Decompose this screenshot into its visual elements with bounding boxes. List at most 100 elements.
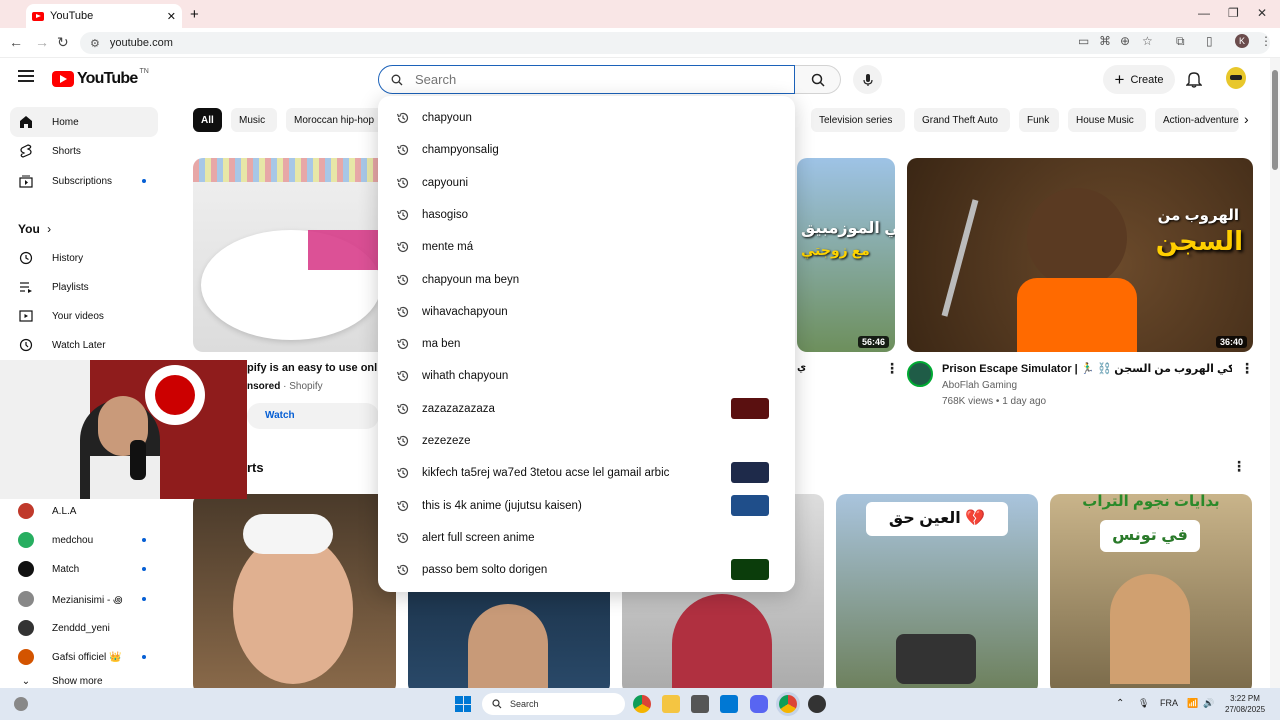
subscription-item[interactable]: Mezianisimi - ꩜ <box>10 584 158 614</box>
search-button[interactable] <box>795 65 841 94</box>
chip-all[interactable]: All <box>193 108 222 132</box>
taskbar-clock[interactable]: 3:22 PM 27/08/2025 <box>1225 693 1265 715</box>
minimize-button[interactable]: — <box>1198 6 1210 20</box>
youtube-logo[interactable]: YouTube TN <box>52 68 149 88</box>
video-thumbnail-prison-escape[interactable]: الهروب من السجن 36:40 <box>907 158 1253 352</box>
new-tab-button[interactable]: + <box>190 6 199 23</box>
close-window-button[interactable]: ✕ <box>1257 6 1267 20</box>
sidebar-you-header[interactable]: You › <box>18 222 51 236</box>
browser-profile-avatar[interactable]: K <box>1235 34 1249 48</box>
subscription-item[interactable]: Gafsi officiel 👑 <box>10 642 158 672</box>
suggestion-thumbnail[interactable] <box>731 559 769 581</box>
notifications-bell-icon[interactable] <box>1186 70 1202 88</box>
sidebar-item-history[interactable]: History <box>10 243 158 273</box>
outlook-icon[interactable] <box>720 695 738 713</box>
back-arrow-icon[interactable]: ← <box>9 34 23 50</box>
sidepanel-icon[interactable]: ▯ <box>1206 34 1213 48</box>
subscription-item[interactable]: Zenddd_yeni <box>10 613 158 643</box>
windows-start-icon[interactable] <box>455 696 471 712</box>
sidebar-item-your-videos[interactable]: Your videos <box>10 301 158 331</box>
sidebar-item-watch-later[interactable]: Watch Later <box>10 330 158 360</box>
subscription-item[interactable]: A.L.A <box>10 496 158 526</box>
search-suggestion[interactable]: ma ben <box>378 328 795 360</box>
search-suggestion[interactable]: capyouni <box>378 167 795 199</box>
voice-search-button[interactable] <box>853 65 882 94</box>
wifi-icon[interactable]: 📶 <box>1187 698 1198 709</box>
chips-next-chevron-icon[interactable]: › <box>1244 111 1249 127</box>
ad-thumbnail[interactable] <box>193 158 393 352</box>
suggestion-thumbnail[interactable] <box>731 397 769 419</box>
search-suggestion[interactable]: chapyoun <box>378 102 795 134</box>
maximize-button[interactable]: ❐ <box>1228 6 1239 20</box>
more-options-icon[interactable]: ⋮ <box>885 360 899 377</box>
search-suggestion[interactable]: champyonsalig <box>378 134 795 166</box>
reload-icon[interactable]: ↻ <box>57 34 69 51</box>
sidebar-item-playlists[interactable]: Playlists <box>10 272 158 302</box>
ad-title[interactable]: pify is an easy to use onl <box>247 362 377 374</box>
create-button[interactable]: + Create <box>1103 65 1175 94</box>
volume-icon[interactable]: 🔊 <box>1203 698 1214 709</box>
search-input[interactable] <box>415 72 775 87</box>
chip-television-series[interactable]: Television series <box>811 108 905 132</box>
forward-arrow-icon[interactable]: → <box>35 34 49 50</box>
channel-name[interactable]: AboFlah Gaming <box>942 380 1017 391</box>
zoom-icon[interactable]: ⊕ <box>1120 34 1130 48</box>
language-indicator[interactable]: FRA <box>1160 698 1178 708</box>
subscription-item[interactable]: medchou <box>10 525 158 555</box>
chip-funk[interactable]: Funk <box>1019 108 1059 132</box>
search-suggestion[interactable]: zezezeze <box>378 425 795 457</box>
short-thumbnail[interactable] <box>193 494 396 694</box>
search-suggestion[interactable]: this is 4k anime (jujutsu kaisen) <box>378 490 795 522</box>
chrome-icon[interactable] <box>633 695 651 713</box>
extensions-icon[interactable]: ⧉ <box>1176 34 1185 49</box>
search-suggestion[interactable]: chapyoun ma beyn <box>378 264 795 296</box>
taskbar-search[interactable]: Search <box>482 693 625 715</box>
chip-house-music[interactable]: House Music <box>1068 108 1146 132</box>
app-icon[interactable] <box>808 695 826 713</box>
discord-icon[interactable] <box>750 695 768 713</box>
site-info-icon[interactable]: ⚙ <box>90 37 100 50</box>
suggestion-thumbnail[interactable] <box>731 462 769 484</box>
chrome-active-icon[interactable] <box>779 695 797 713</box>
search-box[interactable] <box>378 65 795 94</box>
sidebar-item-subscriptions[interactable]: Subscriptions <box>10 166 158 196</box>
cast-icon[interactable]: ▭ <box>1078 34 1089 48</box>
search-suggestion[interactable]: kikfech ta5rej wa7ed 3tetou acse lel gam… <box>378 457 795 489</box>
widgets-icon[interactable] <box>14 697 28 711</box>
translate-icon[interactable]: ⌘ <box>1099 34 1111 48</box>
search-suggestion[interactable]: alert full screen anime <box>378 522 795 554</box>
chip-moroccan-hip-hop[interactable]: Moroccan hip-hop <box>286 108 386 132</box>
video-thumbnail[interactable]: في الموزمبيق مع زوجتي 56:46 <box>797 158 895 352</box>
microphone-tray-icon[interactable]: 🎙 <box>1138 698 1149 709</box>
search-suggestion[interactable]: mente má <box>378 231 795 263</box>
hamburger-menu-icon[interactable] <box>18 70 34 82</box>
browser-menu-icon[interactable]: ⋮ <box>1260 34 1272 48</box>
tab-close-icon[interactable]: ✕ <box>167 10 176 23</box>
shorts-more-options-icon[interactable]: ⋮ <box>1232 458 1246 475</box>
search-suggestion[interactable]: zazazazazaza <box>378 393 795 425</box>
search-suggestion[interactable]: wihath chapyoun <box>378 360 795 392</box>
chip-music[interactable]: Music <box>231 108 277 132</box>
search-suggestion[interactable]: passo bem solto dorigen <box>378 554 795 586</box>
chip-action-adventure[interactable]: Action-adventure <box>1155 108 1239 132</box>
browser-tab-youtube[interactable]: YouTube ✕ <box>26 4 182 28</box>
chip-grand-theft-auto[interactable]: Grand Theft Auto <box>914 108 1010 132</box>
address-bar[interactable]: ⚙ youtube.com <box>80 32 1270 54</box>
file-explorer-icon[interactable] <box>662 695 680 713</box>
bookmark-star-icon[interactable]: ☆ <box>1142 34 1153 48</box>
short-thumbnail[interactable]: بدايات نجوم التراب في تونس <box>1050 494 1252 694</box>
video-title[interactable]: Prison Escape Simulator | 🏃‍♂️ ⛓️ محاكي … <box>942 362 1232 375</box>
channel-avatar[interactable] <box>907 361 933 387</box>
sidebar-item-home[interactable]: Home <box>10 107 158 137</box>
sidebar-item-shorts[interactable]: Shorts <box>10 136 158 166</box>
account-avatar[interactable] <box>1226 67 1246 89</box>
scrollbar-thumb[interactable] <box>1272 70 1278 170</box>
search-suggestion[interactable]: wihavachapyoun <box>378 296 795 328</box>
more-options-icon[interactable]: ⋮ <box>1240 360 1254 377</box>
ad-watch-button[interactable]: Watch <box>247 403 379 429</box>
tray-chevron-up-icon[interactable]: ⌃ <box>1116 698 1124 709</box>
store-icon[interactable] <box>691 695 709 713</box>
suggestion-thumbnail[interactable] <box>731 494 769 516</box>
short-thumbnail[interactable]: العين حق 💔 <box>836 494 1038 694</box>
subscription-item[interactable]: Match <box>10 554 158 584</box>
